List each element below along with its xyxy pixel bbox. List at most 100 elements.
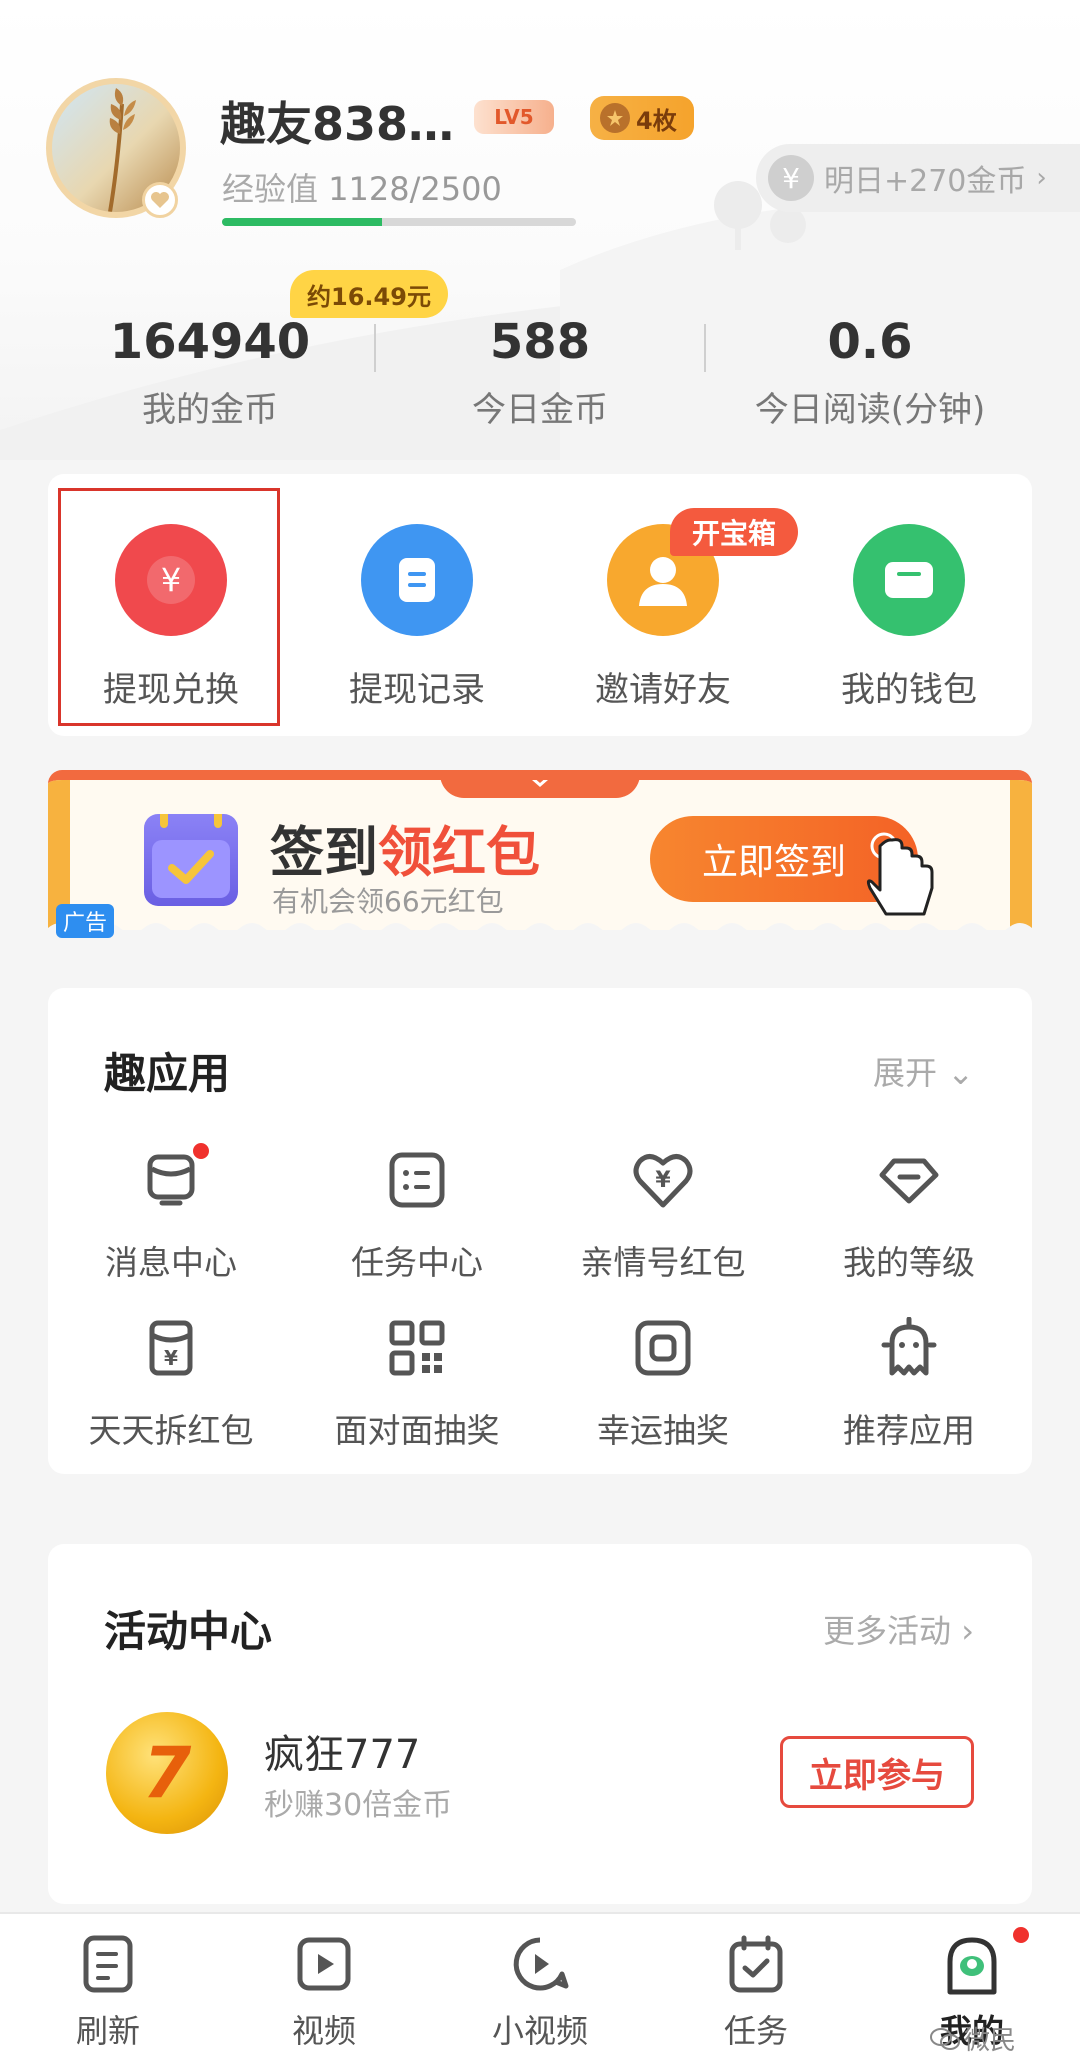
nav-tab-tasks[interactable]: 任务 [648,1914,864,2058]
more-activities-link[interactable]: 更多活动 › [823,1606,974,1652]
task-calendar-icon [726,1932,786,1996]
banner-title-black: 签到 [270,821,378,884]
join-now-button[interactable]: 立即参与 [780,1736,974,1808]
app-daily-red-envelope[interactable]: ¥ 天天拆红包 [48,1316,294,1486]
approx-value-badge: 约16.49元 [290,270,448,318]
app-label: 消息中心 [105,1243,237,1282]
nav-tab-video[interactable]: 视频 [216,1914,432,2058]
signin-ad-banner[interactable]: 签到领红包 有机会领66元红包 立即签到 [48,770,1032,930]
activity-section-title: 活动中心 [104,1607,273,1656]
task-list-icon [385,1148,449,1212]
stat-value: 0.6 [827,314,913,370]
medal-count: 4枚 [636,106,677,135]
chevron-down-icon: ⌄ [947,1054,974,1092]
profile-header: 趣友838… LV5 4枚 经验值 1128/2500 ¥ 明日+270金币 ›… [0,0,1080,460]
qr-code-icon [385,1316,449,1380]
notification-dot [190,1140,212,1162]
banner-subtitle: 有机会领66元红包 [272,885,504,918]
yen-coin-icon: ¥ [768,155,814,201]
video-icon [294,1932,354,1996]
banner-title: 签到领红包 [270,808,540,887]
exp-label: 经验值 [222,170,319,208]
exp-text: 经验值 1128/2500 [222,164,502,210]
banner-scallop-edge [48,923,1032,938]
lucky-draw-icon [631,1316,695,1380]
banner-title-red: 领红包 [378,821,540,884]
more-activities-label: 更多活动 [823,1612,952,1650]
watermark: 微民 [930,2020,1016,2057]
quick-action-wallet[interactable]: 我的钱包 [786,474,1032,736]
app-label: 我的等级 [843,1243,975,1282]
apps-expand-button[interactable]: 展开 ⌄ [873,1048,974,1094]
signin-button-label: 立即签到 [702,842,847,883]
stat-value: 588 [489,314,591,370]
wechat-icon [930,2027,960,2050]
medal-icon [600,103,630,133]
notification-dot [1010,1924,1032,1946]
nav-label: 小视频 [491,2012,588,2050]
stat-label: 我的金币 [142,390,278,430]
activity-card: 活动中心 更多活动 › 7 疯狂777 秒赚30倍金币 立即参与 [48,1544,1032,1904]
chevron-down-icon [532,780,548,787]
stat-my-coins[interactable]: 164940 我的金币 [45,314,375,431]
nav-tab-refresh[interactable]: 刷新 [0,1914,216,2058]
nav-label: 刷新 [75,2012,140,2050]
app-label: 幸运抽奖 [597,1411,729,1450]
activity-subtitle: 秒赚30倍金币 [264,1788,453,1823]
stat-today-reading[interactable]: 0.6 今日阅读(分钟) [705,314,1035,431]
exp-value: 1128/2500 [328,170,502,208]
treasure-box-tag[interactable]: 开宝箱 [670,508,798,556]
expand-label: 展开 [873,1054,938,1092]
apps-section-title: 趣应用 [104,1049,231,1098]
robot-icon [877,1316,941,1380]
app-lucky-draw[interactable]: 幸运抽奖 [540,1316,786,1486]
exp-progress-fill [222,218,382,226]
heart-yen-icon: ¥ [631,1148,695,1212]
username[interactable]: 趣友838… [220,88,454,154]
tomorrow-reward-text: 明日+270金币 [824,164,1027,199]
wallet-icon [853,524,965,636]
exp-progress-bar [222,218,576,226]
stat-today-coins[interactable]: 588 今日金币 [375,314,705,431]
nav-tab-short-video[interactable]: 小视频 [432,1914,648,2058]
medal-badge[interactable]: 4枚 [590,96,694,140]
app-my-level[interactable]: 我的等级 [786,1148,1032,1318]
diamond-icon [877,1148,941,1212]
stat-value: 164940 [109,314,311,370]
apps-card: 趣应用 展开 ⌄ 消息中心 任务中心 ¥ 亲情号红包 我的等级 ¥ 天天拆红包 … [48,988,1032,1474]
ad-tag: 广告 [56,904,114,938]
app-face-to-face-draw[interactable]: 面对面抽奖 [294,1316,540,1486]
avatar-heart-badge-icon [142,182,178,218]
news-icon [78,1932,138,1996]
withdraw-highlight-box [58,488,280,726]
profile-page: 趣友838… LV5 4枚 经验值 1128/2500 ¥ 明日+270金币 ›… [0,0,1080,2058]
short-video-icon [510,1932,570,1996]
app-recommended-apps[interactable]: 推荐应用 [786,1316,1032,1486]
quick-action-label: 我的钱包 [841,670,977,710]
stat-label: 今日阅读(分钟) [754,390,986,430]
svg-text:¥: ¥ [655,1168,671,1193]
banner-tab [440,780,640,798]
activity-title: 疯狂777 [264,1732,421,1778]
quick-action-withdraw-records[interactable]: 提现记录 [294,474,540,736]
app-task-center[interactable]: 任务中心 [294,1148,540,1318]
tomorrow-reward-button[interactable]: ¥ 明日+270金币 › [756,144,1080,212]
nav-label: 视频 [291,2012,356,2050]
app-label: 推荐应用 [843,1411,975,1450]
profile-icon [942,1932,1002,1996]
chevron-right-icon: › [1036,163,1047,193]
app-message-center[interactable]: 消息中心 [48,1140,294,1318]
level-badge[interactable]: LV5 [474,100,554,134]
watermark-text: 微民 [964,2026,1017,2056]
banner-side-right [1010,780,1032,930]
chevron-right-icon: › [961,1612,974,1650]
calendar-check-icon [144,810,238,906]
app-family-red-envelope[interactable]: ¥ 亲情号红包 [540,1148,786,1318]
pointing-hand-icon [866,832,934,916]
record-icon [361,524,473,636]
app-label: 亲情号红包 [580,1243,746,1282]
quick-action-label: 提现记录 [349,670,485,710]
nav-label: 任务 [723,2012,788,2050]
app-label: 天天拆红包 [88,1411,254,1450]
svg-text:¥: ¥ [164,1346,178,1370]
